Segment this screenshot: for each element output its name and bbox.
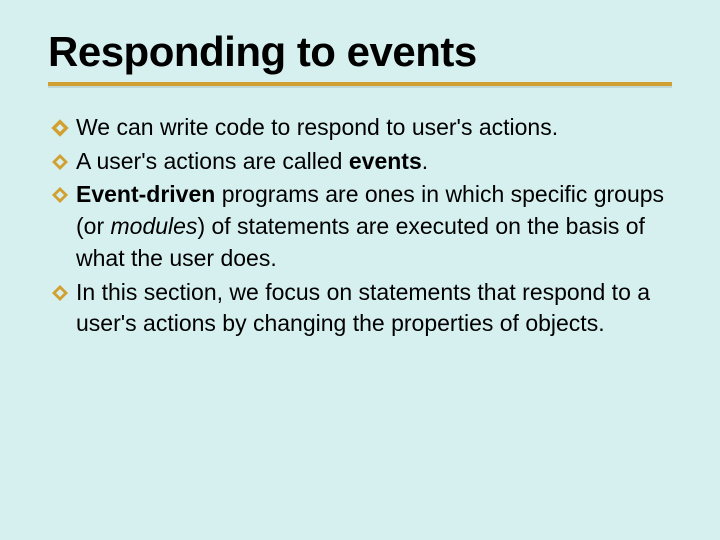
text-italic: modules xyxy=(111,213,198,239)
text-run: A user's actions are called xyxy=(76,148,349,174)
title-underline xyxy=(48,82,672,86)
bullet-list: We can write code to respond to user's a… xyxy=(48,112,672,340)
bullet-icon xyxy=(50,152,70,172)
list-item: In this section, we focus on statements … xyxy=(50,277,672,340)
bullet-icon xyxy=(50,185,70,205)
bullet-text: A user's actions are called events. xyxy=(76,146,672,178)
list-item: Event-driven programs are ones in which … xyxy=(50,179,672,274)
bullet-icon xyxy=(50,118,70,138)
text-bold: Event-driven xyxy=(76,181,215,207)
text-bold: events xyxy=(349,148,422,174)
list-item: A user's actions are called events. xyxy=(50,146,672,178)
text-run: . xyxy=(422,148,428,174)
slide: Responding to events We can write code t… xyxy=(0,0,720,540)
bullet-text: In this section, we focus on statements … xyxy=(76,277,672,340)
bullet-icon xyxy=(50,283,70,303)
list-item: We can write code to respond to user's a… xyxy=(50,112,672,144)
slide-title: Responding to events xyxy=(48,28,672,76)
bullet-text: Event-driven programs are ones in which … xyxy=(76,179,672,274)
bullet-text: We can write code to respond to user's a… xyxy=(76,112,672,144)
